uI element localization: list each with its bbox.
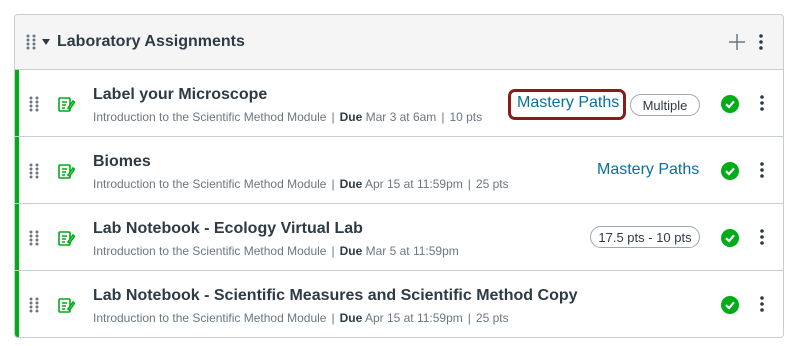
module-card: Laboratory Assignments Label your Micros… xyxy=(14,14,784,338)
published-indicator-bar xyxy=(15,204,19,270)
drag-handle-icon[interactable] xyxy=(28,163,40,179)
drag-handle-icon[interactable] xyxy=(28,230,40,246)
kebab-menu-icon[interactable] xyxy=(759,94,765,117)
check-circle-icon[interactable] xyxy=(721,296,739,314)
published-indicator-bar xyxy=(15,271,19,337)
module-name: Introduction to the Scientific Method Mo… xyxy=(93,110,327,124)
kebab-menu-icon[interactable] xyxy=(759,295,765,318)
mastery-pill[interactable]: Multiple xyxy=(630,94,700,116)
published-indicator-bar xyxy=(15,70,19,136)
due-label: Due xyxy=(339,177,363,191)
points: 25 pts xyxy=(475,177,509,191)
assignment-icon xyxy=(57,95,76,113)
module-item[interactable]: Lab Notebook - Ecology Virtual Lab Intro… xyxy=(15,204,783,271)
kebab-menu-icon[interactable] xyxy=(759,228,765,251)
drag-handle-icon[interactable] xyxy=(28,96,40,112)
due-date: Mar 5 at 11:59pm xyxy=(365,244,459,258)
caret-down-icon[interactable] xyxy=(42,39,50,45)
item-meta: Introduction to the Scientific Method Mo… xyxy=(93,110,483,124)
due-label: Due xyxy=(339,311,363,325)
module-name: Introduction to the Scientific Method Mo… xyxy=(93,177,327,191)
module-item[interactable]: Biomes Introduction to the Scientific Me… xyxy=(15,137,783,204)
assignment-icon xyxy=(57,229,76,247)
kebab-menu-icon[interactable] xyxy=(758,33,764,56)
due-date: Mar 3 at 6am xyxy=(365,110,437,124)
module-title: Laboratory Assignments xyxy=(57,33,245,50)
published-indicator-bar xyxy=(15,137,19,203)
item-title[interactable]: Label your Microscope xyxy=(93,86,267,104)
item-title[interactable]: Lab Notebook - Ecology Virtual Lab xyxy=(93,220,363,238)
module-name: Introduction to the Scientific Method Mo… xyxy=(93,244,327,258)
points: 10 pts xyxy=(449,110,483,124)
plus-icon[interactable] xyxy=(727,32,747,52)
module-item[interactable]: Label your Microscope Introduction to th… xyxy=(15,70,783,137)
assignment-icon xyxy=(57,296,76,314)
check-circle-icon[interactable] xyxy=(721,95,739,113)
module-header[interactable]: Laboratory Assignments xyxy=(15,15,783,70)
item-meta: Introduction to the Scientific Method Mo… xyxy=(93,177,509,191)
points-range-pill[interactable]: 17.5 pts - 10 pts xyxy=(590,226,700,248)
check-circle-icon[interactable] xyxy=(721,162,739,180)
item-meta: Introduction to the Scientific Method Mo… xyxy=(93,244,459,258)
due-date: Apr 15 at 11:59pm xyxy=(364,311,463,325)
due-label: Due xyxy=(339,110,363,124)
item-meta: Introduction to the Scientific Method Mo… xyxy=(93,311,509,325)
due-label: Due xyxy=(339,244,363,258)
module-item[interactable]: Lab Notebook - Scientific Measures and S… xyxy=(15,271,783,337)
kebab-menu-icon[interactable] xyxy=(759,161,765,184)
drag-handle-icon[interactable] xyxy=(25,34,37,50)
item-title[interactable]: Biomes xyxy=(93,153,151,171)
points: 25 pts xyxy=(475,311,509,325)
drag-handle-icon[interactable] xyxy=(28,297,40,313)
module-name: Introduction to the Scientific Method Mo… xyxy=(93,311,327,325)
assignment-icon xyxy=(57,162,76,180)
item-title[interactable]: Lab Notebook - Scientific Measures and S… xyxy=(93,287,578,305)
check-circle-icon[interactable] xyxy=(721,229,739,247)
mastery-paths-link[interactable]: Mastery Paths xyxy=(517,94,619,112)
mastery-paths-link[interactable]: Mastery Paths xyxy=(597,161,699,179)
due-date: Apr 15 at 11:59pm xyxy=(364,177,463,191)
